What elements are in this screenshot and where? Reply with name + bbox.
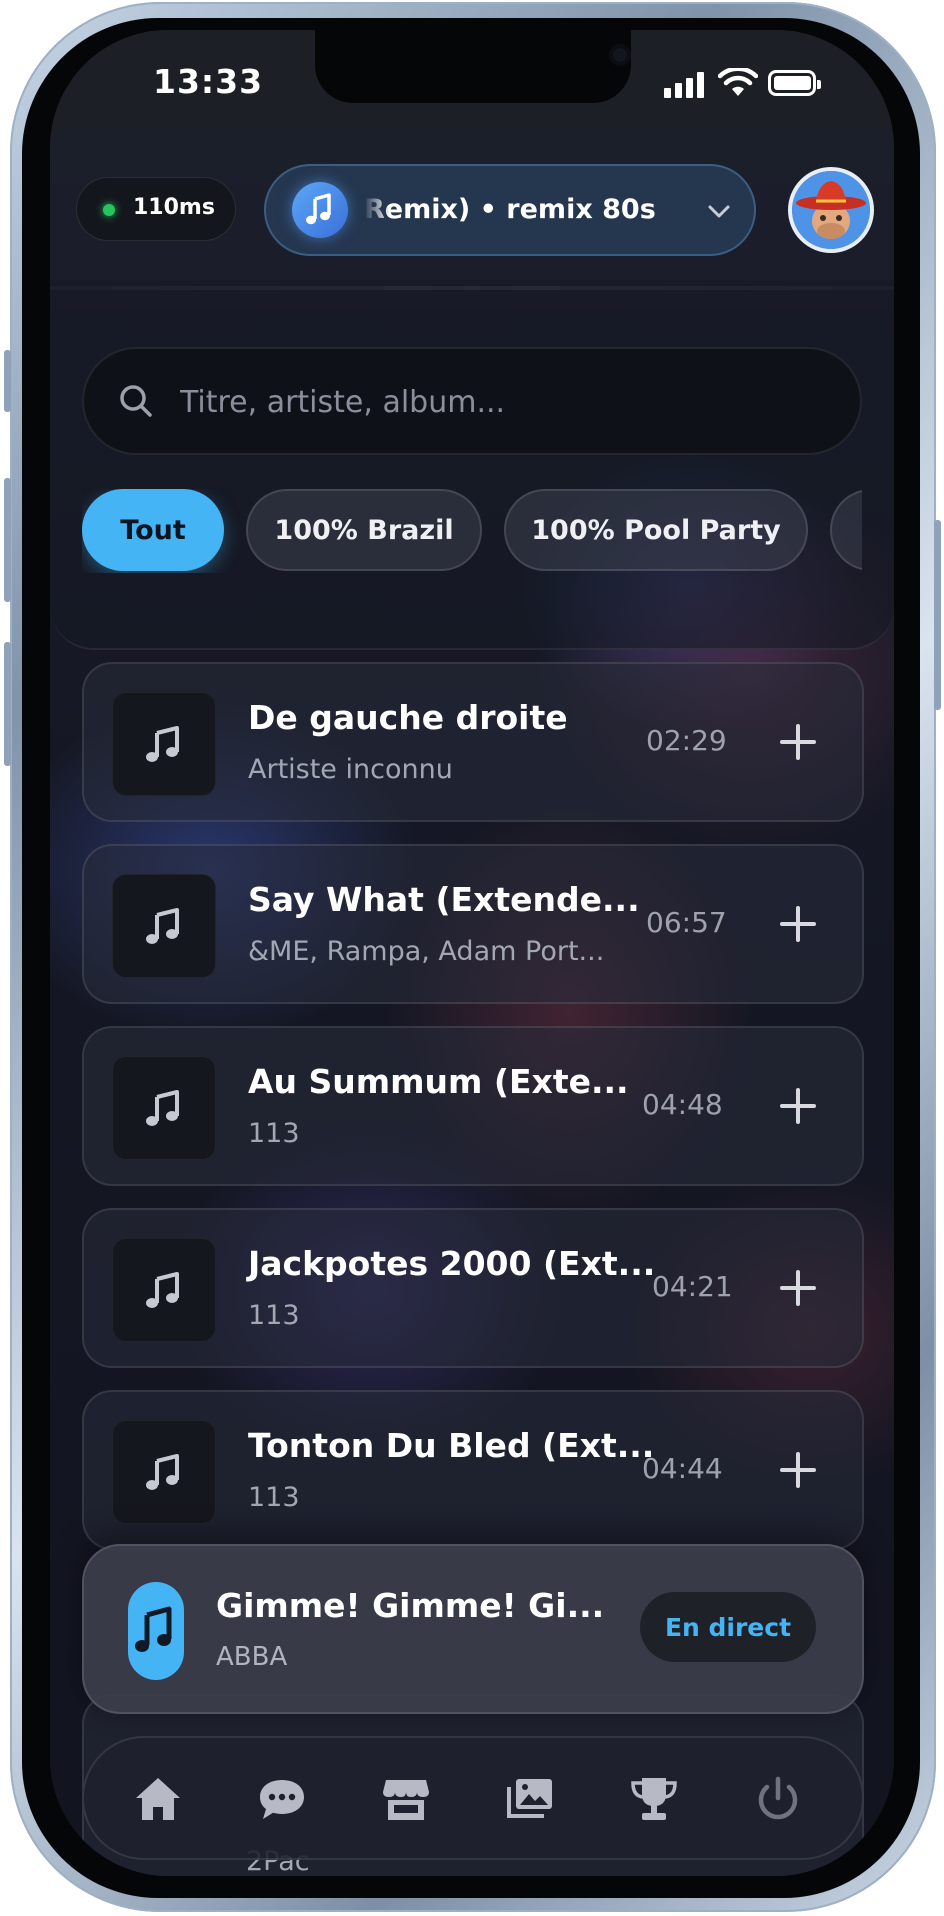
add-icon[interactable] <box>772 1080 824 1132</box>
track-row[interactable]: Say What (Extende... &ME, Rampa, Adam Po… <box>82 844 864 1004</box>
phone-side-button <box>4 478 11 602</box>
add-icon[interactable] <box>772 716 824 768</box>
track-duration: 04:21 <box>652 1270 733 1303</box>
gallery-icon[interactable] <box>504 1774 556 1824</box>
track-artwork <box>112 1420 216 1524</box>
search-input[interactable] <box>178 379 822 425</box>
avatar[interactable] <box>788 167 874 253</box>
chat-icon[interactable] <box>256 1774 308 1824</box>
music-note-icon <box>146 1454 179 1490</box>
track-artwork <box>112 1056 216 1160</box>
store-icon[interactable] <box>380 1774 432 1824</box>
music-note-icon <box>146 726 179 762</box>
signal-icon <box>664 72 706 98</box>
track-artist: &ME, Rampa, Adam Port... <box>248 936 605 967</box>
music-note-icon <box>146 1272 179 1308</box>
now-playing-title: Gimme! Gimme! Gi... <box>216 1586 605 1625</box>
track-artwork <box>112 874 216 978</box>
status-time: 13:33 <box>153 62 264 101</box>
filter-chip-more[interactable] <box>830 489 862 571</box>
track-title: De gauche droite <box>248 698 568 737</box>
filter-chip-brazil[interactable]: 100% Brazil <box>246 489 482 571</box>
track-row[interactable]: De gauche droite Artiste inconnu 02:29 <box>82 662 864 822</box>
phone-side-button <box>4 350 11 412</box>
filter-chip-pool-party[interactable]: 100% Pool Party <box>504 489 808 571</box>
track-artist: 113 <box>248 1482 300 1513</box>
filter-chips: Tout 100% Brazil 100% Pool Party <box>82 489 862 573</box>
track-title: Say What (Extende... <box>248 880 640 919</box>
avatar-image <box>792 171 870 249</box>
track-artwork <box>112 692 216 796</box>
music-note-icon <box>135 1606 172 1652</box>
track-artist: Artiste inconnu <box>248 754 453 785</box>
track-row[interactable]: Tonton Du Bled (Ext... 113 04:44 <box>82 1390 864 1550</box>
search-box <box>82 347 862 455</box>
notch <box>315 30 631 103</box>
track-artist: 113 <box>248 1118 300 1149</box>
music-note-icon <box>146 908 179 944</box>
power-icon[interactable] <box>752 1774 804 1824</box>
bottom-nav <box>82 1736 864 1860</box>
now-playing-bar[interactable]: Gimme! Gimme! Gi... ABBA En direct <box>82 1544 864 1714</box>
battery-icon <box>768 70 821 96</box>
playlist-name: Remix) • remix 80s <box>364 194 656 225</box>
phone-side-button <box>4 642 11 766</box>
track-title: Au Summum (Exte... <box>248 1062 629 1101</box>
latency-badge: 110ms <box>76 177 236 241</box>
wifi-icon <box>718 68 758 96</box>
filter-chip-all[interactable]: Tout <box>82 489 224 571</box>
trophy-icon[interactable] <box>628 1774 680 1824</box>
track-duration: 02:29 <box>646 724 727 757</box>
track-duration: 04:44 <box>642 1452 723 1485</box>
phone-side-button <box>934 520 941 710</box>
track-row[interactable]: Jackpotes 2000 (Ext... 113 04:21 <box>82 1208 864 1368</box>
track-duration: 04:48 <box>642 1088 723 1121</box>
add-icon[interactable] <box>772 1444 824 1496</box>
now-playing-artist: ABBA <box>216 1642 288 1672</box>
live-button[interactable]: En direct <box>640 1592 816 1662</box>
track-title: Jackpotes 2000 (Ext... <box>248 1244 656 1283</box>
app-screen: 13:33 110ms Remix) • remix 80s Titre, ar… <box>50 30 894 1876</box>
connection-status-dot <box>103 204 115 216</box>
track-row[interactable]: Au Summum (Exte... 113 04:48 <box>82 1026 864 1186</box>
home-icon[interactable] <box>132 1774 184 1824</box>
search-icon <box>120 385 152 417</box>
latency-value: 110ms <box>133 195 215 220</box>
camera <box>609 44 631 66</box>
track-artwork <box>112 1238 216 1342</box>
music-note-icon <box>292 182 348 238</box>
filter-panel <box>50 280 894 650</box>
playlist-selector[interactable]: Remix) • remix 80s <box>264 164 756 256</box>
track-title: Tonton Du Bled (Ext... <box>248 1426 655 1465</box>
chevron-down-icon <box>708 205 730 218</box>
track-duration: 06:57 <box>646 906 727 939</box>
add-icon[interactable] <box>772 1262 824 1314</box>
track-artist: 113 <box>248 1300 300 1331</box>
now-playing-artwork <box>128 1582 184 1680</box>
music-note-icon <box>146 1090 179 1126</box>
add-icon[interactable] <box>772 898 824 950</box>
